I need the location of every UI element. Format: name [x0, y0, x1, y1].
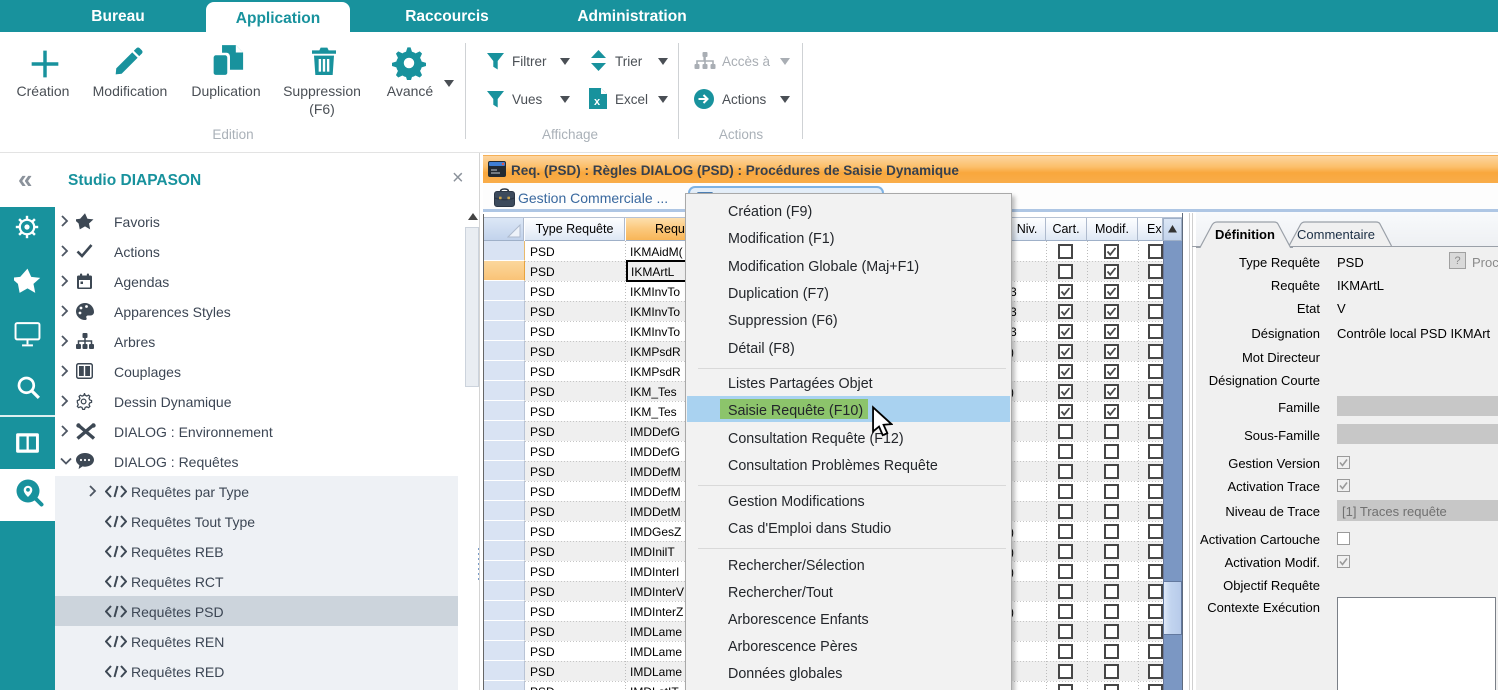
svg-text:x: x — [594, 96, 601, 108]
